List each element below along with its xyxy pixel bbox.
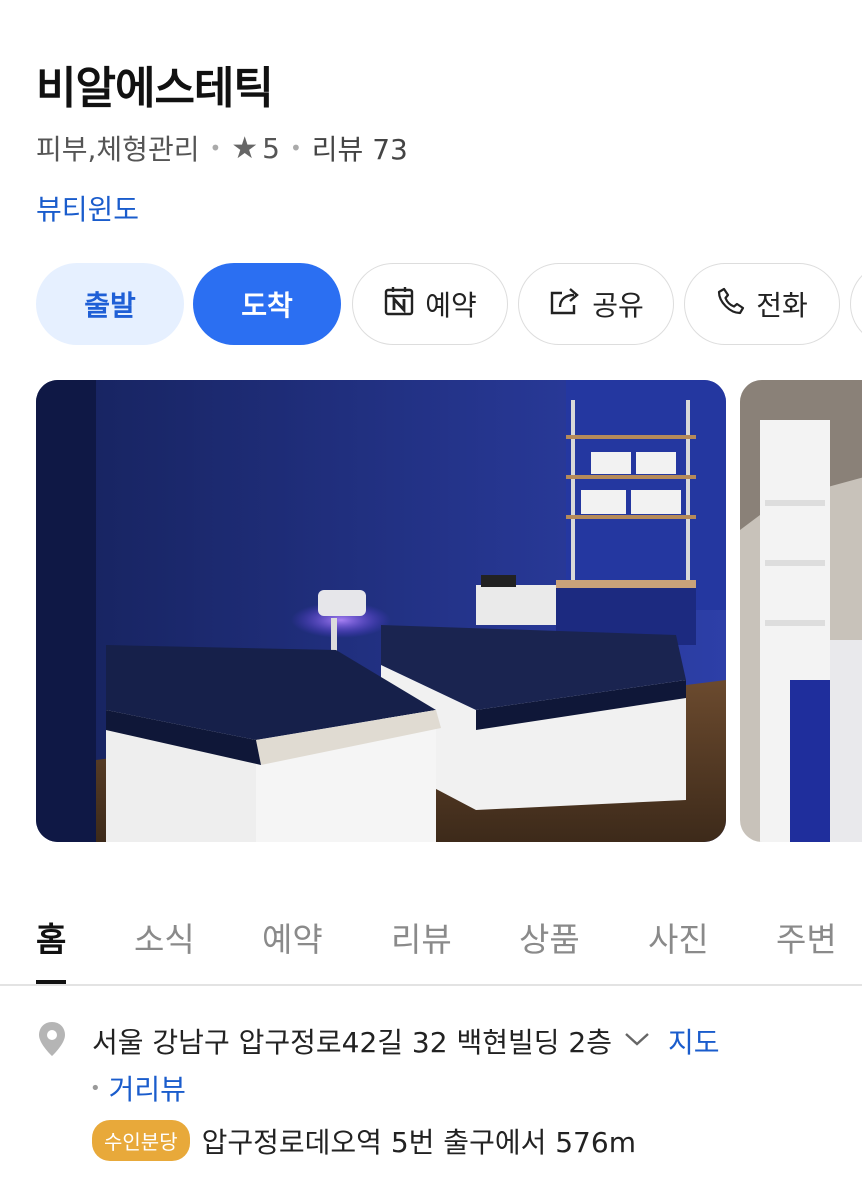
action-bar: 출발 도착 예약 공유 전화 xyxy=(36,263,862,345)
separator-dot: • xyxy=(290,136,302,160)
subway-line-badge: 수인분당 xyxy=(92,1120,190,1161)
map-link[interactable]: 지도 xyxy=(668,1021,720,1061)
street-view-row: • 거리뷰 xyxy=(90,1068,186,1108)
place-meta: 피부,체형관리 • ★ 5 • 리뷰 73 xyxy=(36,128,408,168)
share-icon xyxy=(548,285,582,324)
share-button[interactable]: 공유 xyxy=(518,263,674,345)
depart-button[interactable]: 출발 xyxy=(36,263,184,345)
phone-icon xyxy=(716,286,746,323)
address-text[interactable]: 서울 강남구 압구정로42길 32 백현빌딩 2층 xyxy=(92,1021,612,1061)
tab-reservation[interactable]: 예약 xyxy=(262,913,323,961)
tab-bar: 홈 소식 예약 리뷰 상품 사진 주변 xyxy=(0,905,862,985)
beauty-window-link[interactable]: 뷰티윈도 xyxy=(36,188,139,228)
address-row: 서울 강남구 압구정로42길 32 백현빌딩 2층 지도 xyxy=(36,1020,720,1062)
street-view-link[interactable]: 거리뷰 xyxy=(109,1068,186,1108)
separator-dot: • xyxy=(209,136,222,160)
share-label: 공유 xyxy=(592,289,644,322)
naver-calendar-icon xyxy=(383,285,415,324)
chevron-down-icon[interactable] xyxy=(624,1031,650,1051)
place-photo-secondary[interactable] xyxy=(740,380,862,842)
tab-news[interactable]: 소식 xyxy=(134,913,195,961)
category-label: 피부,체형관리 xyxy=(36,133,200,166)
station-row: 수인분당 압구정로데오역 5번 출구에서 576m xyxy=(92,1120,636,1161)
tab-photos[interactable]: 사진 xyxy=(648,913,709,961)
call-label: 전화 xyxy=(756,289,808,322)
location-pin-icon xyxy=(36,1020,68,1062)
star-icon: ★ xyxy=(231,130,259,166)
tab-home[interactable]: 홈 xyxy=(36,913,66,961)
more-action-button[interactable] xyxy=(850,263,862,345)
station-distance-text: 압구정로데오역 5번 출구에서 576m xyxy=(201,1125,636,1159)
separator-dot: • xyxy=(90,1077,101,1099)
arrive-label: 도착 xyxy=(241,289,293,322)
place-photo-main[interactable] xyxy=(36,380,726,842)
rating-value: 5 xyxy=(262,131,280,165)
depart-label: 출발 xyxy=(84,289,136,322)
tab-products[interactable]: 상품 xyxy=(519,913,580,961)
tab-nearby[interactable]: 주변 xyxy=(776,913,837,961)
tab-reviews[interactable]: 리뷰 xyxy=(391,913,452,961)
reviews-link[interactable]: 리뷰 73 xyxy=(312,128,408,168)
arrive-button[interactable]: 도착 xyxy=(193,263,341,345)
place-title: 비알에스테틱 xyxy=(36,63,274,114)
reserve-button[interactable]: 예약 xyxy=(352,263,508,345)
call-button[interactable]: 전화 xyxy=(684,263,840,345)
reserve-label: 예약 xyxy=(425,289,477,322)
divider xyxy=(0,984,862,986)
